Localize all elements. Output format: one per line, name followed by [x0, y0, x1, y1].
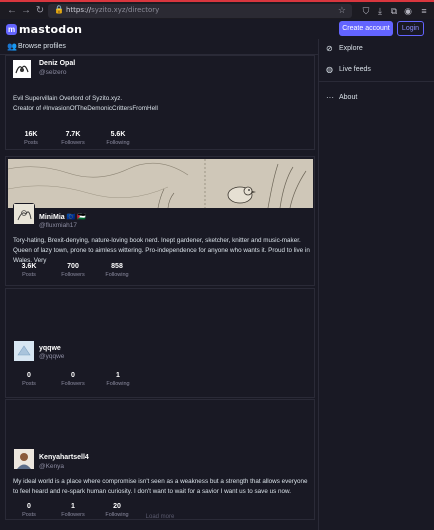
- compass-icon: ⊘: [326, 43, 333, 53]
- stat-following: 858 Following: [105, 263, 129, 278]
- profile-name[interactable]: Kenyahartsell4: [39, 454, 89, 461]
- avatar-image: [14, 341, 34, 361]
- create-account-button[interactable]: Create account: [339, 21, 393, 36]
- site-header: m mastodon Create account Login: [0, 19, 434, 39]
- downloads-icon[interactable]: ⤓: [374, 5, 386, 17]
- avatar[interactable]: [12, 59, 32, 79]
- stat-following: 5.6K Following: [106, 131, 130, 146]
- url-text: https://syzito.xyz/directory: [66, 6, 160, 14]
- stat-following: 1 Following: [106, 372, 130, 387]
- people-icon: 👥: [7, 42, 17, 51]
- page: m mastodon Create account Login 👥 Browse…: [0, 19, 434, 530]
- stat-followers: 700 Followers: [61, 263, 85, 278]
- menu-icon[interactable]: ≡: [418, 5, 430, 17]
- mastodon-logo[interactable]: m mastodon: [6, 22, 82, 36]
- profile-card[interactable]: Deniz Opal @selzero Evil Supervillain Ov…: [5, 55, 315, 150]
- banner-image: [7, 159, 313, 209]
- profile-name[interactable]: Deniz Opal: [39, 60, 75, 67]
- ellipsis-icon: ···: [326, 92, 334, 102]
- sidebar-item-live-feeds[interactable]: ◍ Live feeds: [326, 63, 371, 75]
- account-icon[interactable]: ◉: [402, 5, 414, 17]
- extensions-icon[interactable]: ⧉: [388, 5, 400, 17]
- page-title: Browse profiles: [18, 43, 66, 50]
- login-button[interactable]: Login: [397, 21, 424, 36]
- profile-card[interactable]: MiniMia 🇪🇺 🇵🇸 @fluxmiah17 Tory-hating, B…: [5, 156, 315, 286]
- stat-posts: 16K Posts: [24, 131, 38, 146]
- load-more-button[interactable]: Load more: [5, 510, 315, 524]
- profile-handle: @yqqwe: [39, 353, 65, 360]
- stat-followers: 0 Followers: [61, 372, 85, 387]
- arrow-left-icon[interactable]: ←: [6, 5, 18, 17]
- address-bar[interactable]: 🔒 https://syzito.xyz/directory ☆: [48, 4, 352, 18]
- profile-name[interactable]: yqqwe: [39, 345, 61, 352]
- avatar[interactable]: [13, 340, 35, 362]
- reload-icon[interactable]: ↻: [34, 5, 46, 17]
- logo-text: mastodon: [19, 22, 83, 36]
- sidebar: ⊘ Explore ◍ Live feeds ··· About: [318, 39, 434, 530]
- sidebar-item-label: Live feeds: [339, 65, 371, 73]
- profile-card[interactable]: yqqwe @yqqwe 0 Posts 0 Followers 1 Follo…: [5, 288, 315, 398]
- shield-icon[interactable]: ⛉: [360, 5, 372, 17]
- profile-bio: Tory-hating, Brexit-denying, nature-lovi…: [13, 237, 310, 264]
- column-header: 👥 Browse profiles: [0, 39, 318, 55]
- mastodon-logo-icon: m: [6, 23, 17, 35]
- main-column: 👥 Browse profiles Deniz Opal @selzero Ev…: [0, 39, 318, 530]
- sidebar-item-label: About: [339, 93, 358, 101]
- avatar-image: [14, 204, 34, 224]
- profile-handle: @fluxmiah17: [39, 222, 78, 229]
- browser-toolbar: ← → ↻ 🔒 https://syzito.xyz/directory ☆ ⛉…: [0, 0, 434, 19]
- stat-followers: 7.7K Followers: [61, 131, 85, 146]
- avatar-image: [13, 60, 31, 78]
- profile-bio: Evil Supervillain Overlord of Syzito.xyz…: [13, 95, 158, 112]
- profile-card[interactable]: Kenyahartsell4 @Kenya My ideal world is …: [5, 399, 315, 520]
- sidebar-divider: [319, 81, 434, 82]
- bookmark-star-icon[interactable]: ☆: [338, 5, 346, 16]
- profile-banner: [7, 159, 313, 209]
- sidebar-item-about[interactable]: ··· About: [326, 91, 357, 103]
- avatar[interactable]: [13, 448, 35, 470]
- sidebar-item-label: Explore: [339, 44, 363, 52]
- profile-name[interactable]: MiniMia 🇪🇺 🇵🇸: [39, 213, 86, 221]
- arrow-right-icon[interactable]: →: [20, 5, 32, 17]
- stat-posts: 3.6K Posts: [21, 263, 37, 278]
- sidebar-item-explore[interactable]: ⊘ Explore: [326, 42, 363, 54]
- lock-icon: 🔒: [54, 5, 64, 14]
- stat-posts: 0 Posts: [22, 372, 36, 387]
- avatar-image: [14, 449, 34, 469]
- profile-handle: @selzero: [39, 69, 67, 76]
- profile-handle: @Kenya: [39, 463, 65, 470]
- profile-bio: My ideal world is a place where compromi…: [13, 478, 308, 495]
- avatar[interactable]: [13, 203, 35, 225]
- globe-icon: ◍: [326, 64, 333, 74]
